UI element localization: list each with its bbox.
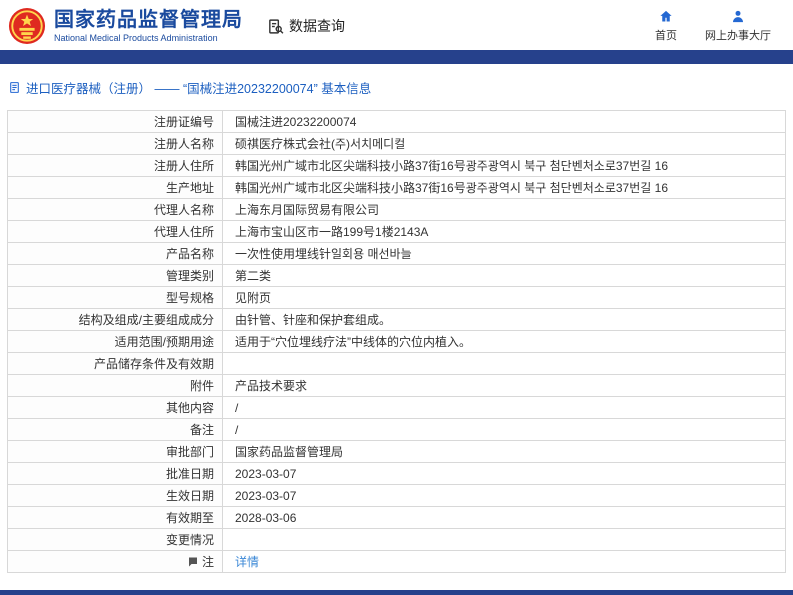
table-row: 有效期至 2028-03-06	[7, 506, 786, 529]
footer-bar	[0, 590, 793, 595]
field-value: 国械注进20232200074	[222, 110, 786, 133]
field-label: 批准日期	[7, 462, 223, 485]
nav-data-query-label: 数据查询	[289, 18, 345, 34]
table-row: 变更情况	[7, 528, 786, 551]
table-row: 附件 产品技术要求	[7, 374, 786, 397]
table-row: 注册人名称 硕祺医疗株式会社(주)서치메디컬	[7, 132, 786, 155]
table-row: 产品名称 一次性使用埋线针일회용 매선바늘	[7, 242, 786, 265]
breadcrumb: 进口医疗器械（注册） —— “国械注进20232200074” 基本信息	[0, 64, 793, 97]
field-value: /	[222, 418, 786, 441]
user-icon	[733, 10, 743, 23]
field-label: 生效日期	[7, 484, 223, 507]
field-label: 代理人住所	[7, 220, 223, 243]
field-label: 附件	[7, 374, 223, 397]
table-row: 代理人名称 上海东月国际贸易有限公司	[7, 198, 786, 221]
table-row: 审批部门 国家药品监督管理局	[7, 440, 786, 463]
site-subtitle: National Medical Products Administration	[54, 33, 218, 43]
national-emblem-icon	[8, 7, 46, 45]
field-value: 2023-03-07	[222, 484, 786, 507]
field-value: 2028-03-06	[222, 506, 786, 529]
table-row: 备注 /	[7, 418, 786, 441]
table-row: 适用范围/预期用途 适用于“穴位埋线疗法”中线体的穴位内植入。	[7, 330, 786, 353]
note-bubble-icon	[187, 556, 199, 571]
field-label: 其他内容	[7, 396, 223, 419]
field-value: 详情	[222, 550, 786, 573]
field-label: 备注	[7, 418, 223, 441]
field-label: 代理人名称	[7, 198, 223, 221]
field-label: 生产地址	[7, 176, 223, 199]
brand: 国家药品监督管理局 National Medical Products Admi…	[8, 7, 243, 45]
table-row: 型号规格 见附页	[7, 286, 786, 309]
field-value: 韩国光州广域市北区尖端科技小路37街16号광주광역시 북구 첨단벤처소로37번길…	[222, 154, 786, 177]
nav-online-hall[interactable]: 网上办事大厅	[705, 9, 771, 43]
detail-link[interactable]: 详情	[235, 555, 259, 569]
brand-text: 国家药品监督管理局 National Medical Products Admi…	[54, 9, 243, 43]
field-value	[222, 352, 786, 375]
field-value: 第二类	[222, 264, 786, 287]
field-value: 硕祺医疗株式会社(주)서치메디컬	[222, 132, 786, 155]
page: 国家药品监督管理局 National Medical Products Admi…	[0, 0, 793, 595]
field-label: 管理类别	[7, 264, 223, 287]
field-label: 结构及组成/主要组成成分	[7, 308, 223, 331]
table-row: 注册证编号 国械注进20232200074	[7, 110, 786, 133]
document-icon	[10, 82, 19, 93]
table-row: 注册人住所 韩国光州广域市北区尖端科技小路37街16号광주광역시 북구 첨단벤처…	[7, 154, 786, 177]
registration-table: 注册证编号 国械注进20232200074 注册人名称 硕祺医疗株式会社(주)서…	[7, 110, 786, 573]
table-row: 生产地址 韩国光州广域市北区尖端科技小路37街16号광주광역시 북구 첨단벤처소…	[7, 176, 786, 199]
field-label: 型号规格	[7, 286, 223, 309]
table-row: 结构及组成/主要组成成分 由针管、针座和保护套组成。	[7, 308, 786, 331]
site-title: 国家药品监督管理局	[54, 9, 243, 31]
field-label: 审批部门	[7, 440, 223, 463]
field-label: 注	[7, 550, 223, 573]
document-search-icon	[269, 18, 284, 34]
field-value: 上海东月国际贸易有限公司	[222, 198, 786, 221]
table-row: 注 详情	[7, 550, 786, 573]
table-row: 其他内容 /	[7, 396, 786, 419]
home-icon	[660, 10, 672, 22]
field-value: 见附页	[222, 286, 786, 309]
table-row: 生效日期 2023-03-07	[7, 484, 786, 507]
nav-bar	[0, 50, 793, 64]
note-label: 注	[201, 554, 214, 569]
field-value: 2023-03-07	[222, 462, 786, 485]
field-label: 有效期至	[7, 506, 223, 529]
field-value: 韩国光州广域市北区尖端科技小路37街16号광주광역시 북구 첨단벤처소로37번길…	[222, 176, 786, 199]
field-value: 产品技术要求	[222, 374, 786, 397]
nav-data-query[interactable]: 数据查询	[267, 16, 345, 36]
field-value: 上海市宝山区市一路199号1楼2143A	[222, 220, 786, 243]
field-value: /	[222, 396, 786, 419]
field-label: 产品储存条件及有效期	[7, 352, 223, 375]
field-label: 注册人住所	[7, 154, 223, 177]
field-value: 适用于“穴位埋线疗法”中线体的穴位内植入。	[222, 330, 786, 353]
breadcrumb-text: 进口医疗器械（注册） —— “国械注进20232200074” 基本信息	[26, 82, 372, 96]
field-value: 国家药品监督管理局	[222, 440, 786, 463]
field-label: 变更情况	[7, 528, 223, 551]
field-label: 注册人名称	[7, 132, 223, 155]
table-row: 管理类别 第二类	[7, 264, 786, 287]
header-right: 首页 网上办事大厅	[655, 9, 781, 43]
table-row: 产品储存条件及有效期	[7, 352, 786, 375]
nav-home-label: 首页	[655, 30, 677, 42]
field-label: 产品名称	[7, 242, 223, 265]
table-row: 代理人住所 上海市宝山区市一路199号1楼2143A	[7, 220, 786, 243]
field-label: 注册证编号	[7, 110, 223, 133]
field-label: 适用范围/预期用途	[7, 330, 223, 353]
field-value: 由针管、针座和保护套组成。	[222, 308, 786, 331]
table-row: 批准日期 2023-03-07	[7, 462, 786, 485]
nav-home[interactable]: 首页	[655, 9, 677, 43]
field-value	[222, 528, 786, 551]
nav-online-hall-label: 网上办事大厅	[705, 30, 771, 42]
header: 国家药品监督管理局 National Medical Products Admi…	[0, 0, 793, 50]
field-value: 一次性使用埋线针일회용 매선바늘	[222, 242, 786, 265]
